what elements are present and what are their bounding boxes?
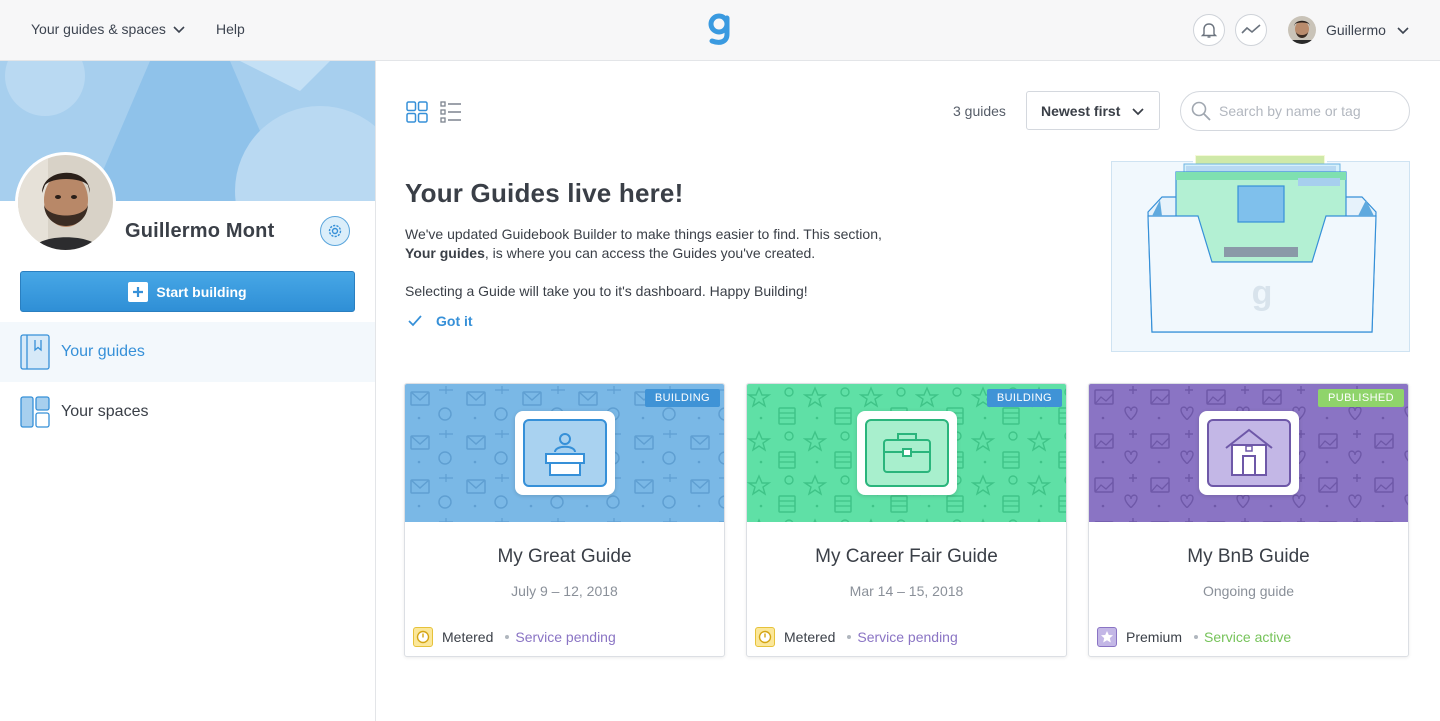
guide-card-banner: BUILDING [747,384,1066,522]
bell-icon [1200,23,1218,38]
sidebar-item-label: Your spaces [61,403,149,420]
separator-dot [1194,635,1199,639]
plan-label: Metered [784,629,836,645]
start-building-label: Start building [156,283,247,300]
guide-card-banner: PUBLISHED [1089,384,1408,522]
hero-description: We've updated Guidebook Builder to make … [405,225,925,263]
separator-dot [505,635,510,639]
guide-plan-status: Metered Service pending [755,627,958,647]
guide-plan-status: Premium Service active [1097,627,1291,647]
spaces-icon [20,396,50,428]
activity-button[interactable] [1235,14,1267,46]
chevron-down-icon [173,26,185,34]
metered-icon [755,627,775,647]
activity-icon [1241,24,1261,34]
top-bar: Your guides & spaces Help Guillermo [0,0,1440,61]
got-it-button[interactable]: Got it [408,313,473,329]
hero-line-1: We've updated Guidebook Builder to make … [405,226,882,242]
plan-label: Metered [442,629,494,645]
reception-desk-icon [523,419,607,487]
guide-title: My Great Guide [497,546,632,567]
guide-plan-status: Metered Service pending [413,627,616,647]
chevron-down-icon [1132,107,1144,115]
guide-card[interactable]: BUILDING My Great Guide July 9 – 12, 201… [404,383,725,657]
search-icon [1191,101,1211,121]
profile-avatar[interactable] [15,152,116,253]
main-content: 3 guides Newest first Your Guides live h… [376,61,1440,721]
status-badge: BUILDING [644,389,720,407]
service-status: Service pending [857,629,958,645]
svg-text:g: g [1252,274,1273,312]
checkmark-icon [408,315,422,327]
start-building-button[interactable]: Start building [20,271,355,312]
service-status: Service active [1204,629,1292,645]
guides-book-icon [20,334,50,370]
avatar [1288,16,1316,44]
guide-date: Ongoing guide [1202,583,1295,599]
guide-date: Mar 14 – 15, 2018 [849,583,964,599]
hero-line-3: Selecting a Guide will take you to it's … [405,283,808,299]
guide-icon-frame [515,411,615,495]
hero-line-2-rest: , is where you can access the Guides you… [484,245,816,261]
guide-card[interactable]: BUILDING My Career Fair Guide Mar 14 – 1… [746,383,1067,657]
sidebar-item-your-guides[interactable]: Your guides [0,322,375,382]
guide-icon-frame [857,411,957,495]
status-badge: PUBLISHED [1318,389,1404,407]
search-box [1180,91,1410,131]
help-link[interactable]: Help [216,21,245,37]
guide-title: My Career Fair Guide [815,546,998,567]
hero-line-2-bold: Your guides [405,245,485,261]
profile-name: Guillermo Mont [125,220,275,242]
notifications-button[interactable] [1193,14,1225,46]
got-it-label: Got it [436,313,473,329]
guides-spaces-menu[interactable]: Your guides & spaces [31,21,186,37]
house-icon [1207,419,1291,487]
guides-folder-illustration: g [1111,153,1410,352]
guide-title: My BnB Guide [1187,546,1310,567]
metered-icon [413,627,433,647]
sidebar-item-label: Your guides [61,343,145,360]
plus-icon [128,281,149,302]
sidebar: Guillermo Mont Start building Your guide… [0,61,376,721]
guide-date: July 9 – 12, 2018 [511,583,618,599]
guide-card-banner: BUILDING [405,384,724,522]
separator-dot [847,635,852,639]
briefcase-icon [865,419,949,487]
guide-icon-frame [1199,411,1299,495]
search-input[interactable] [1219,103,1399,119]
guide-count: 3 guides [953,103,1006,119]
service-status: Service pending [515,629,616,645]
profile-settings-button[interactable] [320,216,350,246]
user-name: Guillermo [1326,22,1386,38]
chevron-down-icon [1397,27,1409,35]
sort-dropdown[interactable]: Newest first [1026,91,1160,130]
user-menu[interactable]: Guillermo [1288,15,1410,45]
premium-star-icon [1097,627,1117,647]
sidebar-item-your-spaces[interactable]: Your spaces [0,382,375,442]
guides-spaces-menu-label: Your guides & spaces [31,21,166,37]
sort-selected-label: Newest first [1041,102,1121,119]
list-view-icon[interactable] [440,101,462,123]
guide-card[interactable]: PUBLISHED My BnB Guide Ongoing guide Pre… [1088,383,1409,657]
grid-view-icon[interactable] [406,101,428,123]
status-badge: BUILDING [986,389,1062,407]
plan-label: Premium [1126,629,1183,645]
hero-title: Your Guides live here! [405,178,684,208]
guidebook-logo-icon[interactable] [706,12,734,46]
gear-icon [328,224,342,238]
